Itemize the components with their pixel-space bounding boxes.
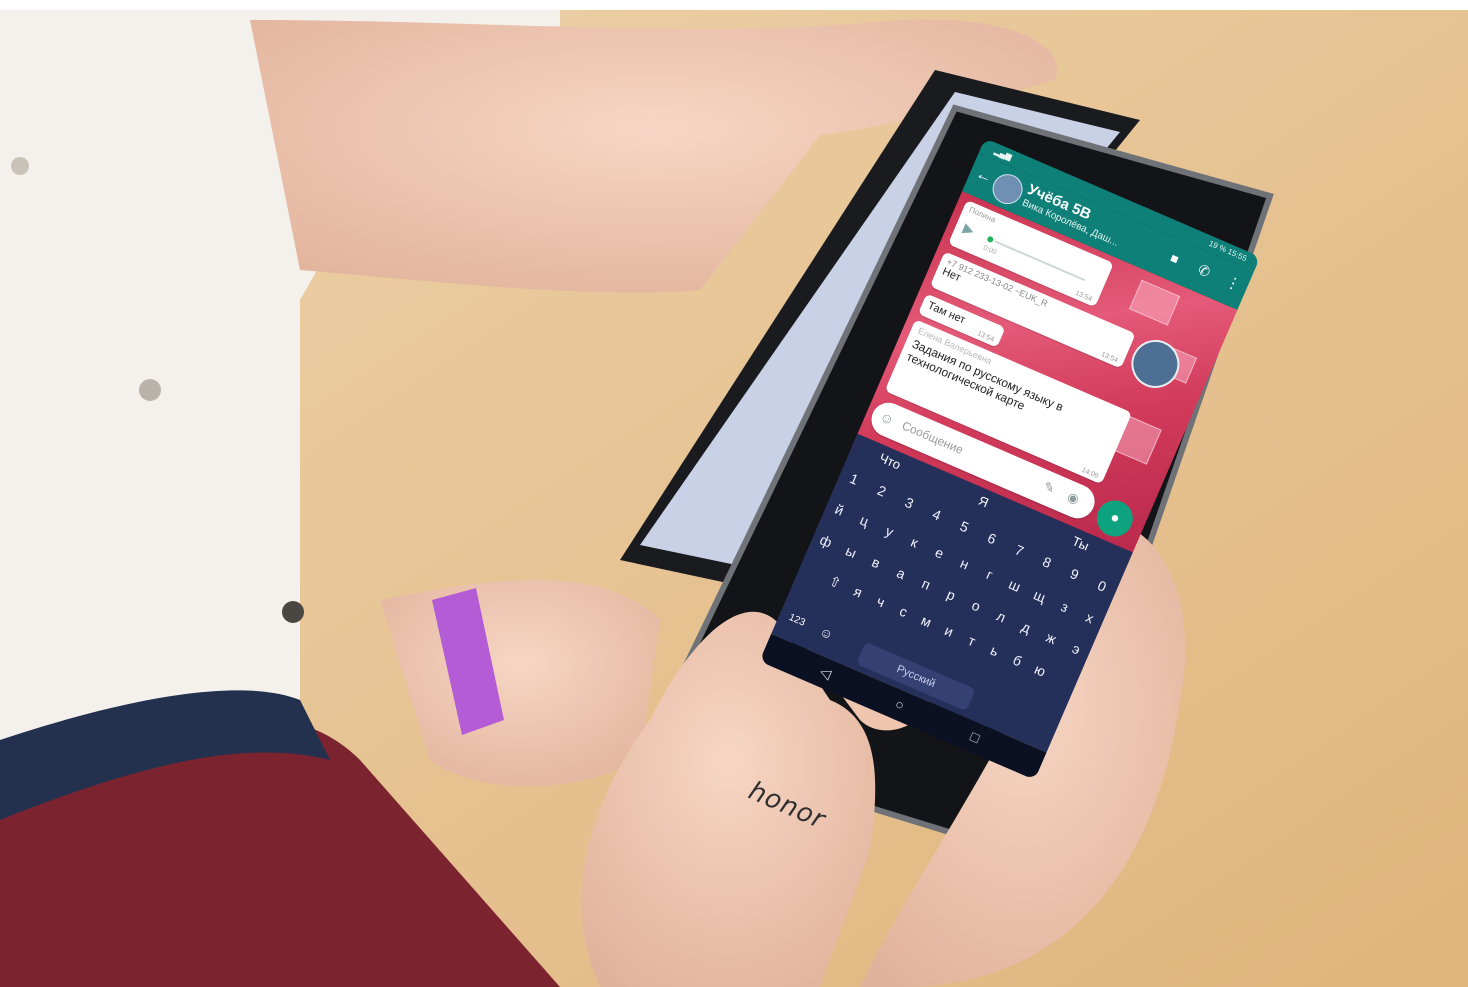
background-photo <box>0 0 1468 987</box>
wallpaper-tile <box>1129 279 1181 326</box>
numbers-key[interactable]: 123 <box>787 612 807 629</box>
home-circle-icon[interactable]: ○ <box>893 695 907 713</box>
suggestion-item[interactable]: Что <box>877 450 903 472</box>
playback-dot[interactable] <box>986 235 995 244</box>
camera-icon[interactable]: ◉ <box>1065 489 1081 508</box>
arrow-left-icon[interactable]: ← <box>973 165 994 188</box>
shirt-button <box>11 157 29 175</box>
suggestion-item[interactable]: Я <box>976 493 991 510</box>
recents-square-icon[interactable]: □ <box>968 728 982 746</box>
play-icon[interactable]: ▶ <box>960 220 977 240</box>
top-border <box>0 0 1468 10</box>
photo-scene: ▂▄▆ 19 % 15:55 ← Учёба 5В Вика Королёва,… <box>0 0 1468 987</box>
back-triangle-icon[interactable]: ◁ <box>817 663 834 683</box>
video-camera-icon[interactable]: ■ <box>1168 250 1181 267</box>
suggestion-item[interactable]: Ты <box>1070 533 1091 553</box>
emoji-icon[interactable]: ☺ <box>877 408 896 428</box>
paperclip-icon[interactable]: ✎ <box>1041 478 1057 497</box>
kebab-menu-icon[interactable]: ⋮ <box>1223 272 1244 295</box>
emoji-key-icon[interactable]: ☺ <box>817 624 835 643</box>
shirt-button <box>139 379 161 401</box>
shirt-button <box>282 601 304 623</box>
voice-duration: 0:00 <box>981 244 998 257</box>
phone-icon[interactable]: ✆ <box>1195 261 1213 281</box>
